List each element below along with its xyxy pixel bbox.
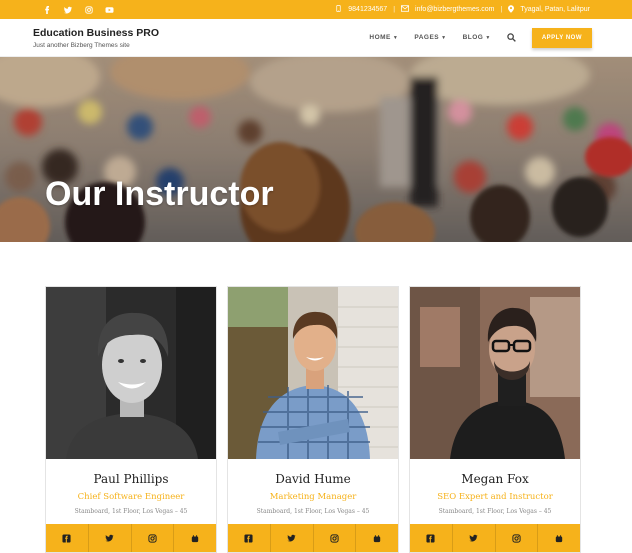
main-nav: HOME ▼ PAGES ▼ BLOG ▼ APPLY NOW (369, 27, 592, 48)
nav-item-label: PAGES (414, 34, 440, 41)
instructor-address: Stamboard, 1st Floor, Los Vegas – 45 (74, 508, 188, 515)
hero-background-image (0, 57, 632, 242)
instructor-role: Marketing Manager (269, 492, 357, 502)
brand[interactable]: Education Business PRO Just another Bizb… (33, 27, 159, 49)
twitter-icon[interactable] (271, 524, 314, 552)
instructor-address: Stamboard, 1st Floor, Los Vegas – 45 (256, 508, 370, 515)
instructor-address: Stamboard, 1st Floor, Los Vegas – 45 (438, 508, 552, 515)
youtube-icon[interactable] (538, 524, 580, 552)
instructor-name[interactable]: Megan Fox (410, 472, 580, 486)
instructor-photo (46, 287, 216, 459)
instagram-icon[interactable] (78, 0, 99, 19)
instructor-card[interactable]: Paul Phillips Chief Software Engineer St… (45, 286, 217, 553)
chevron-down-icon: ▼ (485, 34, 491, 41)
youtube-icon[interactable] (356, 524, 398, 552)
instructor-role: SEO Expert and Instructor (437, 492, 553, 502)
card-social-bar (410, 524, 580, 552)
instagram-icon[interactable] (496, 524, 539, 552)
instructor-role: Chief Software Engineer (77, 492, 185, 502)
youtube-icon[interactable] (99, 0, 120, 19)
nav-item-label: HOME (369, 34, 391, 41)
topbar-separator: | (500, 6, 503, 13)
apply-now-button[interactable]: APPLY NOW (531, 27, 592, 48)
nav-item-label: BLOG (462, 34, 484, 41)
instructor-card[interactable]: David Hume Marketing Manager Stamboard, … (227, 286, 399, 553)
email-icon (401, 5, 410, 14)
top-bar: 9841234567 | info@bizbergthemes.com | Ty… (0, 0, 632, 19)
facebook-icon[interactable] (46, 524, 89, 552)
nav-item-home[interactable]: HOME ▼ (369, 34, 398, 41)
topbar-email[interactable]: info@bizbergthemes.com (415, 6, 494, 13)
topbar-phone[interactable]: 9841234567 (348, 6, 387, 13)
facebook-icon[interactable] (36, 0, 57, 19)
instructor-photo (228, 287, 398, 459)
facebook-icon[interactable] (228, 524, 271, 552)
nav-item-blog[interactable]: BLOG ▼ (463, 34, 491, 41)
youtube-icon[interactable] (174, 524, 216, 552)
chevron-down-icon: ▼ (441, 34, 447, 41)
location-pin-icon (508, 4, 515, 15)
twitter-icon[interactable] (89, 524, 132, 552)
card-social-bar (46, 524, 216, 552)
phone-icon (335, 5, 342, 14)
card-social-bar (228, 524, 398, 552)
chevron-down-icon: ▼ (392, 34, 399, 41)
site-title[interactable]: Education Business PRO (33, 27, 159, 39)
search-icon[interactable] (507, 29, 516, 47)
hero-banner: Our Instructor (0, 57, 632, 242)
site-header: Education Business PRO Just another Bizb… (0, 19, 632, 57)
site-tagline: Just another Bizberg Themes site (33, 41, 130, 49)
instructor-photo (410, 287, 580, 459)
instagram-icon[interactable] (132, 524, 175, 552)
twitter-icon[interactable] (453, 524, 496, 552)
topbar-contact: 9841234567 | info@bizbergthemes.com | Ty… (335, 4, 590, 15)
instructor-grid: Paul Phillips Chief Software Engineer St… (45, 286, 581, 553)
topbar-social (36, 0, 120, 19)
facebook-icon[interactable] (410, 524, 453, 552)
topbar-location: Tyagal, Patan, Lalitpur (520, 6, 590, 13)
topbar-separator: | (393, 6, 396, 13)
nav-item-pages[interactable]: PAGES ▼ (414, 34, 446, 41)
twitter-icon[interactable] (57, 0, 78, 19)
instructor-name[interactable]: Paul Phillips (46, 472, 216, 486)
instagram-icon[interactable] (314, 524, 357, 552)
hero-title: Our Instructor (45, 175, 274, 213)
instructor-name[interactable]: David Hume (228, 472, 398, 486)
instructor-card[interactable]: Megan Fox SEO Expert and Instructor Stam… (409, 286, 581, 553)
